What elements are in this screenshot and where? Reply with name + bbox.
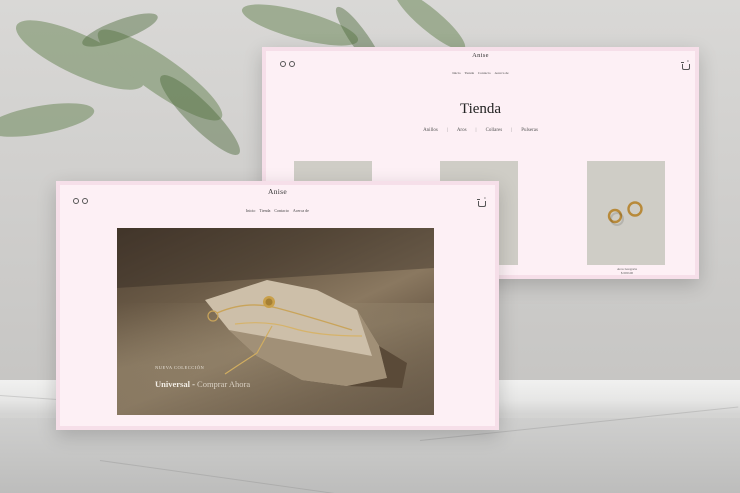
- nav-link-acerca[interactable]: Acerca de: [293, 208, 309, 213]
- divider: |: [446, 128, 448, 133]
- page-title: Tienda: [459, 101, 502, 117]
- cart-count: 0: [484, 196, 486, 200]
- shop-now-link[interactable]: Comprar Ahora: [197, 379, 250, 389]
- nav-link-inicio[interactable]: Inicio: [452, 71, 460, 75]
- hero-cta[interactable]: Universal - Comprar Ahora: [155, 379, 250, 389]
- nav-link-contacto[interactable]: Contacto: [274, 208, 288, 213]
- category-aros[interactable]: Aros: [457, 128, 467, 133]
- nav-link-tienda[interactable]: Tienda: [464, 71, 474, 75]
- nav-link-tienda[interactable]: Tienda: [259, 208, 270, 213]
- site-logo[interactable]: Anise: [266, 52, 695, 59]
- divider: |: [511, 128, 513, 133]
- main-nav: Inicio Tienda Contacto Acerca de: [266, 71, 695, 75]
- earrings-image: [607, 201, 643, 226]
- product-card-3[interactable]: [587, 161, 665, 265]
- social-links: [73, 198, 88, 204]
- nav-link-contacto[interactable]: Contacto: [478, 71, 491, 75]
- category-collares[interactable]: Collares: [486, 128, 503, 133]
- hero-banner[interactable]: NUEVA COLECCIÓN Universal - Comprar Ahor…: [117, 228, 434, 415]
- site-logo[interactable]: Anise: [60, 187, 495, 196]
- cart-icon[interactable]: [477, 199, 486, 207]
- whatsapp-icon[interactable]: [289, 61, 295, 67]
- cart-icon[interactable]: [681, 62, 690, 70]
- category-pulseras[interactable]: Pulseras: [521, 128, 538, 133]
- product-price: $ 000.00: [620, 271, 634, 275]
- cart-count: 0: [687, 59, 689, 63]
- product-caption: Aros Gregoria $ 000.00: [587, 267, 667, 275]
- divider: |: [475, 128, 477, 133]
- home-page-window: Anise Inicio Tienda Contacto Acerca de 0…: [56, 181, 499, 430]
- category-anillos[interactable]: Anillos: [423, 128, 438, 133]
- instagram-icon[interactable]: [73, 198, 79, 204]
- nav-link-acerca[interactable]: Acerca de: [494, 71, 508, 75]
- main-nav: Inicio Tienda Contacto Acerca de: [60, 208, 495, 213]
- hero-tag: NUEVA COLECCIÓN: [155, 365, 205, 370]
- collection-name: Universal -: [155, 379, 195, 389]
- whatsapp-icon[interactable]: [82, 198, 88, 204]
- social-links: [280, 61, 295, 67]
- category-filter: Anillos | Aros | Collares | Pulseras: [266, 128, 695, 133]
- nav-link-inicio[interactable]: Inicio: [246, 208, 255, 213]
- instagram-icon[interactable]: [280, 61, 286, 67]
